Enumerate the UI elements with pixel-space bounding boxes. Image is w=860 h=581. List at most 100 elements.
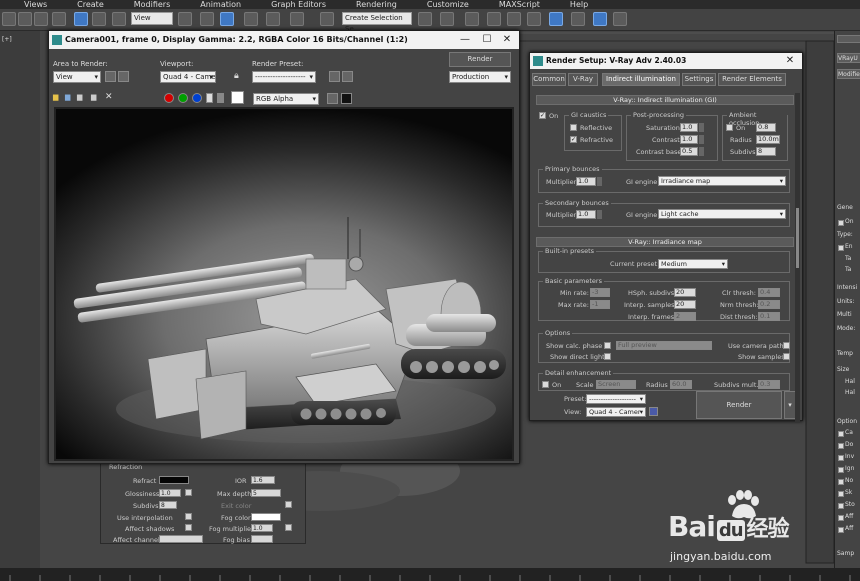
tab-common[interactable]: Common — [532, 73, 566, 86]
secondary-multiplier-spinner[interactable] — [597, 210, 602, 219]
ao-amount-field[interactable]: 0.8 — [756, 123, 776, 132]
gi-on-checkbox[interactable]: ✓ — [539, 112, 546, 119]
save-image-icon[interactable]: ▆ — [53, 93, 58, 101]
panel-object-name[interactable]: VRayU — [837, 53, 860, 63]
snap-icon[interactable] — [220, 12, 234, 26]
menu-item[interactable]: Customize — [427, 1, 469, 9]
fog-bias-field[interactable] — [251, 535, 273, 543]
angle-snap-icon[interactable] — [244, 12, 258, 26]
fog-color-swatch[interactable] — [251, 513, 281, 521]
glossiness-map-button[interactable] — [185, 489, 192, 496]
dist-thresh-field[interactable]: 0.1 — [758, 312, 780, 321]
view-dropdown[interactable]: Quad 4 - Camer — [586, 407, 646, 417]
interp-samples-field[interactable]: 20 — [674, 300, 696, 309]
contrast-base-spinner[interactable] — [699, 147, 704, 156]
scale-icon[interactable] — [112, 12, 126, 26]
menu-item[interactable]: Rendering — [356, 1, 397, 9]
lock-icon[interactable]: 🔒︎ — [234, 71, 239, 81]
panel-checkbox[interactable] — [838, 443, 844, 449]
menu-item[interactable]: Animation — [200, 1, 241, 9]
copy-image-icon[interactable]: ▆ — [65, 93, 70, 101]
refractive-checkbox[interactable]: ✓ — [570, 136, 577, 143]
contrast-base-field[interactable]: 0.5 — [680, 147, 698, 156]
clone-window-icon[interactable]: ▆ — [77, 93, 82, 101]
current-preset-dropdown[interactable]: Medium — [658, 259, 728, 269]
affect-shadows-checkbox[interactable] — [185, 524, 192, 531]
render-setup-icon[interactable] — [329, 71, 340, 82]
tab-render-elements[interactable]: Render Elements — [718, 73, 786, 86]
hsph-subdivs-field[interactable]: 20 — [674, 288, 696, 297]
irradiance-map-rollout-header[interactable]: V-Ray:: Irradiance map — [536, 237, 794, 247]
detail-radius-field[interactable]: 60.0 — [670, 380, 692, 389]
select-region-icon[interactable] — [34, 12, 48, 26]
preset-dropdown[interactable]: -------------------- — [586, 394, 646, 404]
panel-checkbox[interactable] — [838, 479, 844, 485]
show-samples-checkbox[interactable] — [783, 353, 790, 360]
green-channel-toggle[interactable] — [178, 93, 188, 103]
timeline[interactable] — [0, 568, 860, 581]
subdivs-mult-field[interactable]: 0.3 — [758, 380, 780, 389]
subdivs-field[interactable]: 8 — [159, 501, 177, 509]
print-image-icon[interactable]: ▆ — [91, 93, 96, 101]
ior-field[interactable]: 1.6 — [251, 476, 275, 484]
clear-icon[interactable]: ✕ — [105, 92, 113, 102]
radius-field[interactable]: 10.0m — [756, 135, 780, 144]
panel-checkbox[interactable] — [838, 503, 844, 509]
secondary-multiplier-field[interactable]: 1.0 — [576, 210, 596, 219]
fog-multiplier-map-button[interactable] — [285, 524, 292, 531]
move-icon[interactable] — [200, 12, 214, 26]
minimize-button[interactable]: — — [455, 31, 475, 49]
max-rate-field[interactable]: -1 — [590, 300, 610, 309]
reference-coord-dropdown[interactable]: View — [131, 12, 173, 25]
show-calc-phase-checkbox[interactable] — [604, 342, 611, 349]
lock-view-icon[interactable] — [649, 407, 658, 416]
detail-on-checkbox[interactable] — [542, 381, 549, 388]
panel-checkbox[interactable] — [838, 491, 844, 497]
render-setup-titlebar[interactable]: Render Setup: V-Ray Adv 2.40.03 ✕ — [530, 53, 802, 69]
max-depth-field[interactable]: 5 — [251, 489, 281, 497]
panel-checkbox[interactable] — [838, 220, 844, 226]
primary-multiplier-field[interactable]: 1.0 — [576, 177, 596, 186]
min-rate-field[interactable]: -3 — [590, 288, 610, 297]
modifier-list[interactable]: Modifie — [837, 69, 860, 79]
material-editor-icon[interactable] — [527, 12, 541, 26]
use-interpolation-checkbox[interactable] — [185, 513, 192, 520]
render-teapot-icon[interactable] — [613, 12, 627, 26]
menu-item[interactable]: Views — [24, 1, 47, 9]
primary-gi-engine-dropdown[interactable]: Irradiance map — [658, 176, 786, 186]
clr-thresh-field[interactable]: 0.4 — [758, 288, 780, 297]
area-to-render-dropdown[interactable]: View — [53, 71, 101, 83]
glossiness-field[interactable]: 1.0 — [159, 489, 181, 497]
menu-item[interactable]: MAXScript — [499, 1, 540, 9]
nrm-thresh-field[interactable]: 0.2 — [758, 300, 780, 309]
menu-item[interactable]: Create — [77, 1, 104, 9]
environment-icon[interactable] — [342, 71, 353, 82]
render-preset-dropdown[interactable]: -------------------- — [252, 71, 316, 83]
contrast-spinner[interactable] — [699, 135, 704, 144]
reflective-checkbox[interactable] — [570, 124, 577, 131]
blue-channel-toggle[interactable] — [192, 93, 202, 103]
close-button[interactable]: ✕ — [497, 31, 517, 49]
render-button[interactable]: Render — [696, 391, 782, 419]
auto-region-icon[interactable] — [118, 71, 129, 82]
maximize-button[interactable]: ☐ — [477, 31, 497, 49]
gi-rollout-header[interactable]: V-Ray:: Indirect illumination (GI) — [536, 95, 794, 105]
refract-color-swatch[interactable] — [159, 476, 189, 484]
panel-checkbox[interactable] — [838, 467, 844, 473]
show-calc-mode-dropdown[interactable]: Full preview — [616, 341, 712, 350]
panel-checkbox[interactable] — [838, 245, 844, 251]
monochrome-toggle[interactable] — [217, 93, 224, 103]
menu-item[interactable]: Graph Editors — [271, 1, 326, 9]
schematic-icon[interactable] — [507, 12, 521, 26]
scale-dropdown[interactable]: Screen — [596, 380, 636, 389]
menu-item[interactable]: Help — [570, 1, 588, 9]
panel-checkbox[interactable] — [838, 515, 844, 521]
tab-settings[interactable]: Settings — [682, 73, 716, 86]
rendered-frame-icon[interactable] — [571, 12, 585, 26]
panel-checkbox[interactable] — [838, 527, 844, 533]
select-move-icon[interactable] — [74, 12, 88, 26]
frame-window-titlebar[interactable]: Camera001, frame 0, Display Gamma: 2.2, … — [49, 31, 519, 49]
scrollbar-thumb[interactable] — [796, 208, 799, 268]
spinner-snap-icon[interactable] — [290, 12, 304, 26]
channel-display-dropdown[interactable]: RGB Alpha — [253, 93, 319, 105]
